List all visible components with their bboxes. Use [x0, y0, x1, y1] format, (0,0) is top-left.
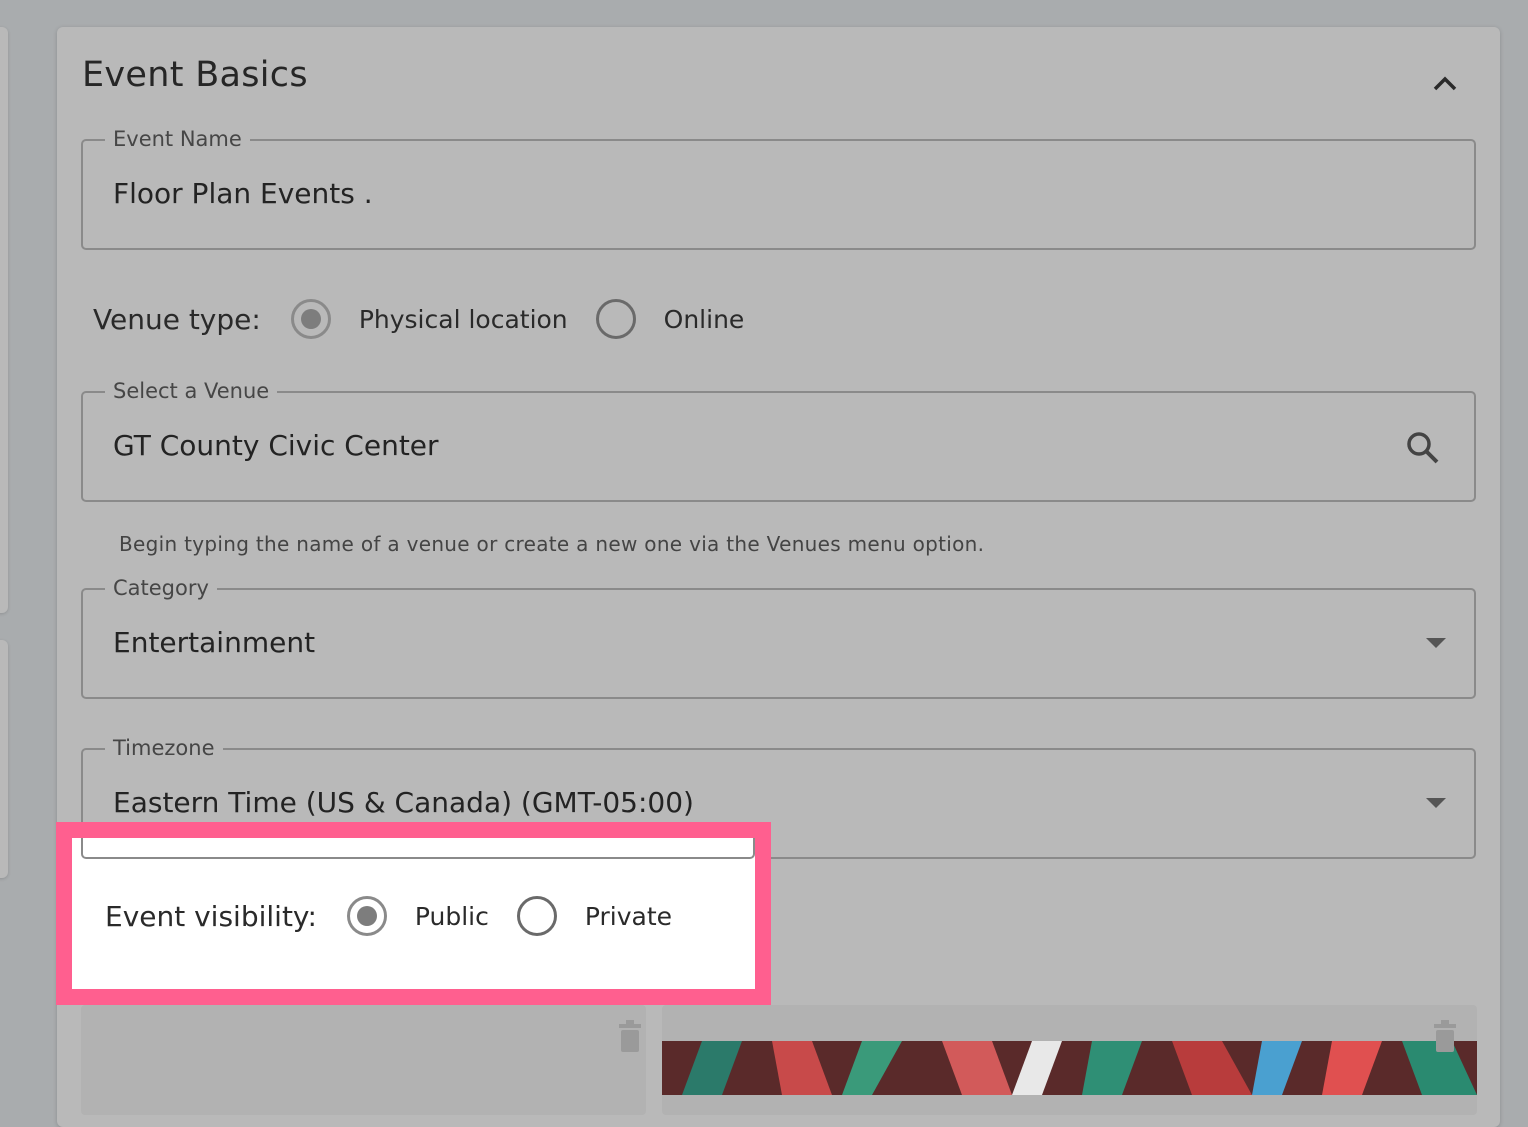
venue-label: Select a Venue: [105, 379, 278, 403]
timezone-value: Eastern Time (US & Canada) (GMT-05:00): [113, 786, 694, 819]
event-name-field[interactable]: Event Name Floor Plan Events .: [81, 127, 1476, 250]
event-name-label: Event Name: [105, 127, 250, 151]
venue-field[interactable]: Select a Venue GT County Civic Center: [81, 379, 1476, 502]
caret-down-icon[interactable]: [1426, 638, 1446, 648]
visibility-label: Event visibility:: [105, 899, 317, 933]
radio-private[interactable]: [516, 896, 557, 936]
radio-physical-location-label[interactable]: Physical location: [359, 305, 568, 334]
venue-type-group: Venue type: Physical location Online: [93, 299, 772, 339]
left-panel-top: [0, 27, 8, 613]
event-name-value[interactable]: Floor Plan Events .: [113, 177, 373, 210]
timezone-label: Timezone: [105, 736, 223, 760]
category-label: Category: [105, 576, 217, 600]
visibility-group: Event visibility: Public Private: [105, 896, 700, 936]
left-panel-bottom: [0, 640, 8, 878]
radio-public[interactable]: [346, 896, 387, 936]
caret-down-icon[interactable]: [1426, 798, 1446, 808]
collapse-button[interactable]: [1425, 63, 1465, 103]
category-select[interactable]: Category Entertainment: [81, 576, 1476, 699]
visibility-highlight: Event visibility: Public Private: [56, 822, 771, 1005]
event-image: [662, 1041, 1477, 1095]
image-thumbnail-1[interactable]: [81, 1005, 646, 1115]
category-value: Entertainment: [113, 626, 316, 659]
image-thumbnail-2[interactable]: [662, 1005, 1477, 1115]
radio-public-label[interactable]: Public: [415, 902, 489, 931]
timezone-field-edge: [81, 838, 755, 859]
trash-icon[interactable]: [1432, 1020, 1458, 1054]
chevron-up-icon: [1433, 76, 1457, 91]
venue-value[interactable]: GT County Civic Center: [113, 429, 439, 462]
search-icon[interactable]: [1406, 431, 1440, 465]
card-title: Event Basics: [82, 55, 308, 95]
radio-online-label[interactable]: Online: [664, 305, 745, 334]
radio-physical-location[interactable]: [290, 299, 331, 339]
venue-type-label: Venue type:: [93, 302, 261, 336]
radio-online[interactable]: [595, 299, 636, 339]
radio-private-label[interactable]: Private: [585, 902, 672, 931]
venue-helper-text: Begin typing the name of a venue or crea…: [119, 532, 985, 556]
trash-icon[interactable]: [617, 1020, 643, 1054]
